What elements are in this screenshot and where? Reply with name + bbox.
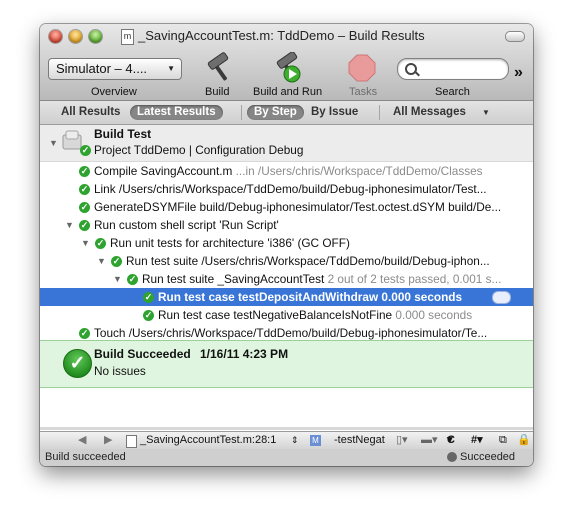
success-icon: ✓ <box>79 220 90 231</box>
disclosure-triangle-icon[interactable]: ▼ <box>97 252 106 270</box>
list-item[interactable]: ▼ ✓ Run custom shell script 'Run Script' <box>40 216 533 234</box>
scope-bar: All Results Latest Results By Step By Is… <box>40 101 533 125</box>
tab-by-step[interactable]: By Step <box>247 105 304 120</box>
build-results-list: ▼ Build Test ✓ Project TddDemo | Configu… <box>40 125 533 430</box>
list-item-selected[interactable]: ✓ Run test case testDepositAndWithdraw 0… <box>40 288 533 306</box>
zoom-button[interactable] <box>89 30 102 43</box>
back-arrow-icon[interactable]: ◀ <box>78 432 86 449</box>
success-icon: ✓ <box>79 328 90 339</box>
navigation-bar: ◀ ▶ _SavingAccountTest.m:28:1 ⇕ M -testN… <box>40 431 533 450</box>
divider <box>379 105 380 120</box>
hammer-icon[interactable] <box>203 52 235 84</box>
file-popup[interactable]: _SavingAccountTest.m:28:1 <box>140 432 276 449</box>
list-item[interactable]: ✓ Compile SavingAccount.m ...in /Users/c… <box>40 162 533 180</box>
disclosure-triangle-icon[interactable]: ▼ <box>81 234 90 252</box>
status-icon <box>447 452 457 462</box>
success-icon: ✓ <box>143 310 154 321</box>
build-label: Build <box>205 86 230 98</box>
build-title: Build Test <box>94 127 152 141</box>
close-button[interactable] <box>49 30 62 43</box>
divider <box>241 105 242 120</box>
disclosure-triangle-icon[interactable]: ▼ <box>49 138 58 148</box>
overview-label: Overview <box>91 86 137 98</box>
all-messages-popup[interactable]: All Messages <box>393 105 466 120</box>
build-header[interactable]: ▼ Build Test ✓ Project TddDemo | Configu… <box>40 125 533 162</box>
popup-arrow-icon: ▼ <box>167 64 175 73</box>
bookmarks-icon[interactable]: ▯▾ <box>396 432 408 449</box>
success-icon: ✓ <box>79 184 90 195</box>
build-subtitle: Project TddDemo | Configuration Debug <box>94 143 304 157</box>
counterpart-icon[interactable]: ⧉ <box>499 432 507 449</box>
includes-icon[interactable]: #▾ <box>471 432 483 449</box>
overview-value: Simulator – 4.... <box>56 61 148 76</box>
details-icon[interactable] <box>492 291 511 304</box>
toolbar-toggle-button[interactable] <box>505 31 525 42</box>
stop-icon[interactable] <box>348 54 376 82</box>
success-icon: ✓ <box>127 274 138 285</box>
success-icon: ✓ <box>79 202 90 213</box>
status-result: Succeeded <box>460 451 516 463</box>
minimize-button[interactable] <box>69 30 82 43</box>
overview-popup[interactable]: Simulator – 4.... ▼ <box>48 58 182 80</box>
xcode-window: m _SavingAccountTest.m: TddDemo – Build … <box>40 24 533 466</box>
toolbar-overflow-icon[interactable]: » <box>514 64 523 82</box>
list-item[interactable]: ✓ GenerateDSYMFile build/Debug-iphonesim… <box>40 198 533 216</box>
list-item[interactable]: ▼ ✓ Run test suite /Users/chris/Workspac… <box>40 252 533 270</box>
tab-latest-results[interactable]: Latest Results <box>130 105 223 120</box>
status-bar: Build succeeded Succeeded <box>40 449 533 466</box>
result-issues: No issues <box>94 364 146 378</box>
disclosure-triangle-icon[interactable]: ▼ <box>113 270 122 288</box>
result-title: Build Succeeded <box>94 347 191 361</box>
breakpoints-icon[interactable]: ▬▾ <box>421 432 438 449</box>
success-icon: ✓ <box>80 145 91 156</box>
disclosure-triangle-icon[interactable]: ▼ <box>65 216 74 234</box>
document-icon: m <box>121 29 134 45</box>
popup-arrows-icon[interactable]: ⇕ <box>291 432 299 449</box>
messages-arrow-icon[interactable]: ▼ <box>482 105 490 120</box>
list-item[interactable]: ✓ Link /Users/chris/Workspace/TddDemo/bu… <box>40 180 533 198</box>
success-check-icon: ✓ <box>63 349 92 378</box>
build-and-run-icon[interactable] <box>274 52 308 84</box>
build-succeeded-banner: ✓ Build Succeeded 1/16/11 4:23 PM No iss… <box>40 340 533 388</box>
success-icon: ✓ <box>95 238 106 249</box>
search-label: Search <box>435 86 470 98</box>
language-popup[interactable]: C ▾ <box>447 432 455 449</box>
success-icon: ✓ <box>111 256 122 267</box>
forward-arrow-icon[interactable]: ▶ <box>104 432 112 449</box>
success-icon: ✓ <box>79 166 90 177</box>
list-item[interactable]: ▼ ✓ Run test suite _SavingAccountTest 2 … <box>40 270 533 288</box>
lock-icon[interactable]: 🔒 <box>517 432 531 449</box>
build-and-run-label: Build and Run <box>253 86 323 98</box>
file-icon <box>126 435 137 448</box>
toolbar-area: m _SavingAccountTest.m: TddDemo – Build … <box>40 24 533 101</box>
search-field[interactable] <box>397 58 509 80</box>
search-icon <box>405 63 417 75</box>
window-title: _SavingAccountTest.m: TddDemo – Build Re… <box>138 28 425 43</box>
tasks-label: Tasks <box>349 86 378 98</box>
status-text: Build succeeded <box>45 451 126 463</box>
result-date: 1/16/11 4:23 PM <box>200 347 289 361</box>
method-popup[interactable]: -testNegat <box>334 432 385 449</box>
method-badge-icon: M <box>310 435 321 446</box>
tab-all-results[interactable]: All Results <box>61 105 120 120</box>
success-icon: ✓ <box>143 292 154 303</box>
list-item[interactable]: ✓ Run test case testNegativeBalanceIsNot… <box>40 306 533 324</box>
list-item[interactable]: ▼ ✓ Run unit tests for architecture 'i38… <box>40 234 533 252</box>
splitter-handle[interactable] <box>40 427 533 430</box>
tab-by-issue[interactable]: By Issue <box>311 105 358 120</box>
